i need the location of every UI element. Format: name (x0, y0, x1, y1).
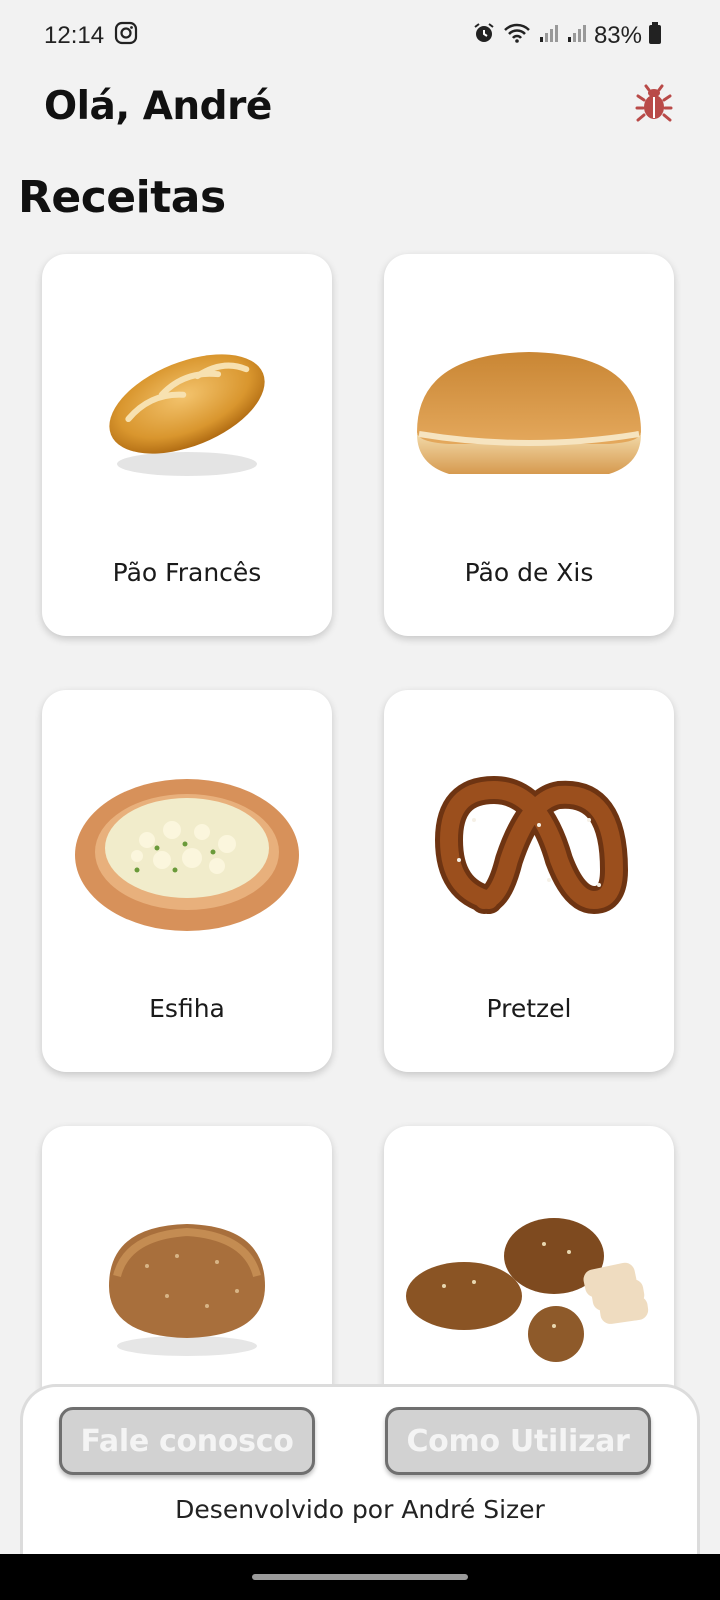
recipe-name: Esfiha (149, 994, 225, 1023)
bug-icon (634, 84, 674, 128)
how-to-use-button[interactable]: Como Utilizar (385, 1407, 651, 1475)
status-bar-right: 83% (472, 21, 662, 52)
multigrain-breads-image (384, 1166, 674, 1406)
status-bar-left: 12:14 (44, 21, 138, 52)
recipe-card-pao-frances[interactable]: Pão Francês (42, 254, 332, 636)
contact-us-button[interactable]: Fale conosco (59, 1407, 315, 1475)
signal-icon (566, 22, 588, 51)
footer-panel: Fale conosco Como Utilizar Desenvolvido … (20, 1384, 700, 1554)
instagram-icon (114, 21, 138, 52)
wifi-icon (502, 21, 532, 52)
pretzel-image (384, 730, 674, 970)
greeting-title: Olá, André (44, 83, 272, 129)
recipe-card-pao-de-xis[interactable]: Pão de Xis (384, 254, 674, 636)
recipe-name: Pão Francês (112, 558, 262, 587)
bug-report-button[interactable] (632, 84, 676, 128)
recipe-name: Pão de Xis (464, 558, 594, 587)
esfiha-image (42, 730, 332, 970)
section-title: Receitas (18, 172, 226, 223)
header: Olá, André (44, 78, 676, 134)
status-time: 12:14 (44, 22, 105, 49)
recipe-grid: Pão Francês Pão de Xis Esfiha Pretzel (42, 254, 678, 1508)
navigation-bar (0, 1554, 720, 1600)
home-gesture-handle[interactable] (252, 1574, 468, 1580)
french-bread-image (42, 294, 332, 534)
wholegrain-loaf-image (42, 1166, 332, 1406)
signal-icon (538, 22, 560, 51)
developer-credit: Desenvolvido por André Sizer (175, 1495, 545, 1524)
alarm-icon (472, 21, 496, 52)
battery-percentage: 83% (593, 22, 642, 49)
recipe-card-esfiha[interactable]: Esfiha (42, 690, 332, 1072)
status-bar: 12:14 83% (0, 0, 720, 72)
battery-icon (648, 21, 662, 52)
recipe-name: Pretzel (486, 994, 572, 1023)
burger-bun-image (384, 294, 674, 534)
recipe-card-pretzel[interactable]: Pretzel (384, 690, 674, 1072)
